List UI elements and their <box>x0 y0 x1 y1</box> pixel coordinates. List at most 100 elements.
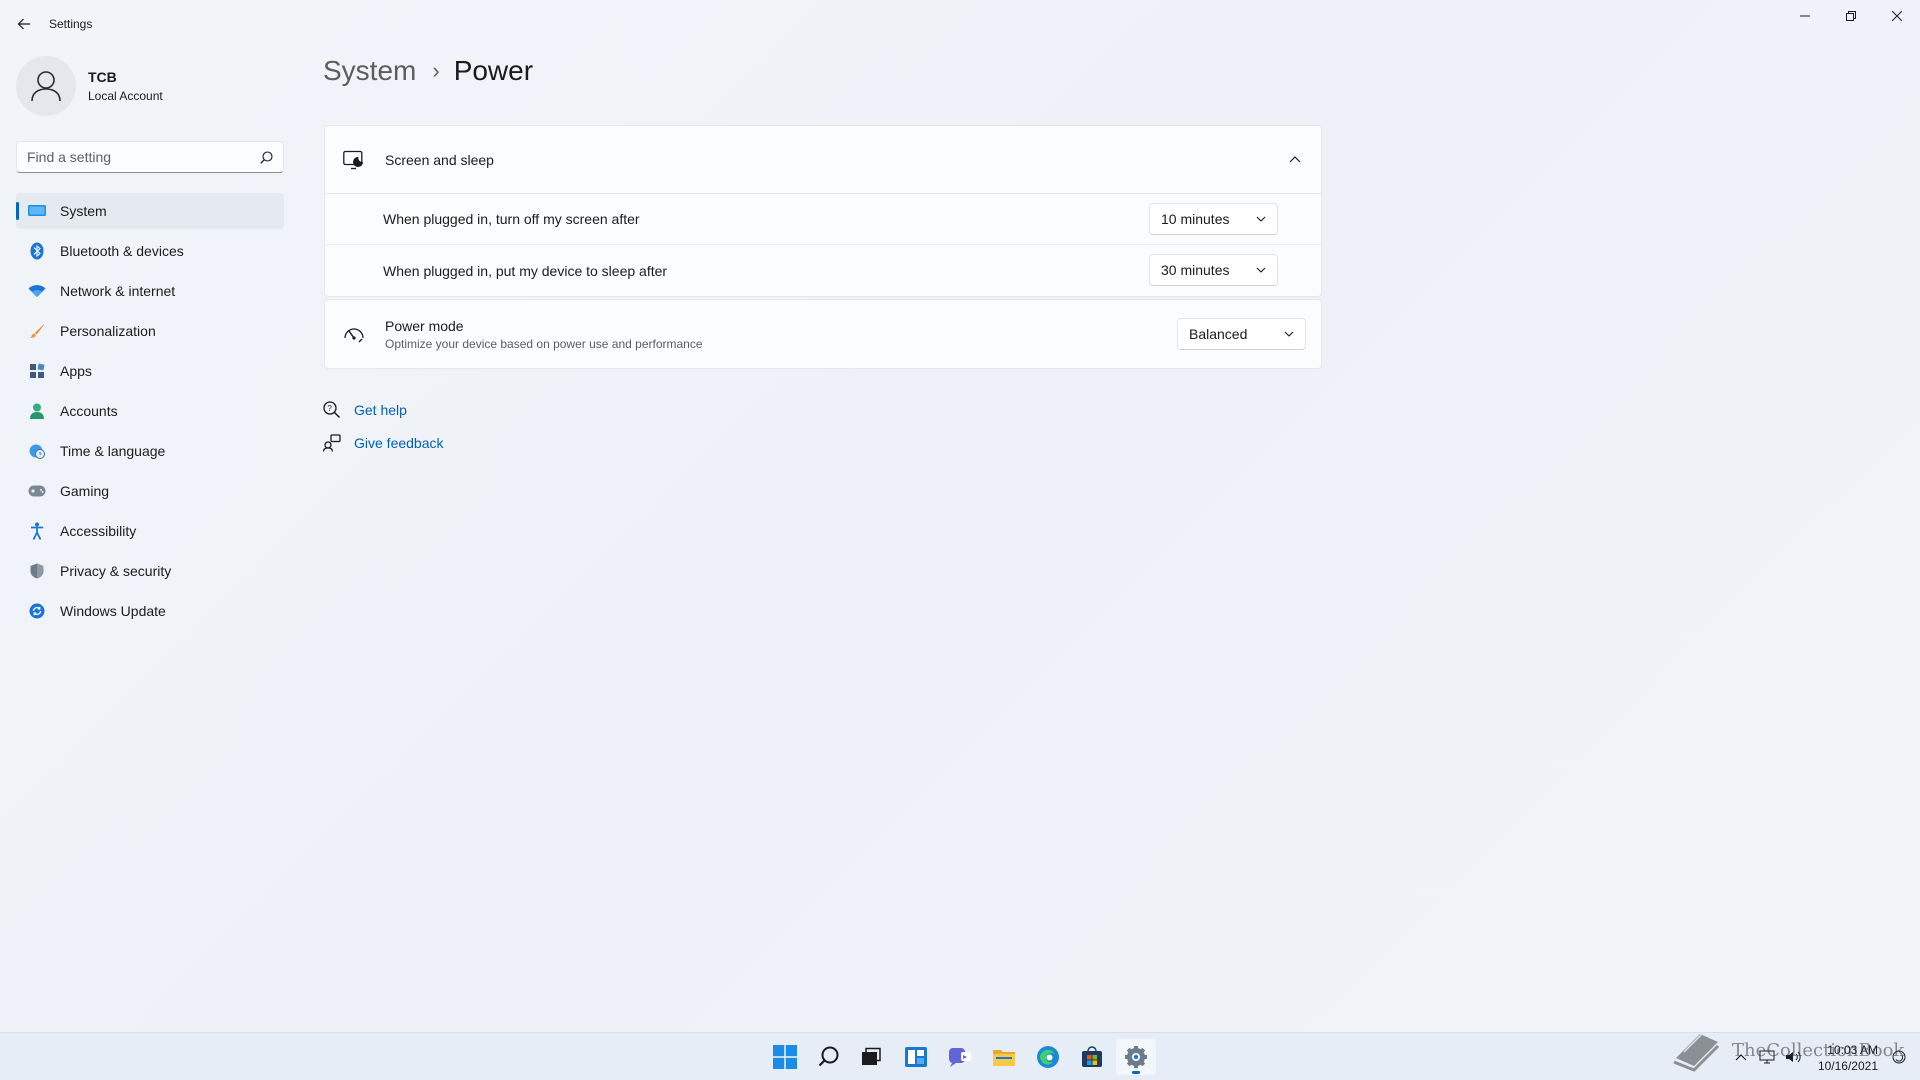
taskbar-edge-button[interactable] <box>1028 1039 1068 1075</box>
help-chat-icon: ? <box>323 401 341 419</box>
sleep-timeout-value: 30 minutes <box>1161 262 1230 278</box>
close-button[interactable] <box>1874 0 1920 32</box>
title-bar: Settings <box>0 0 1920 48</box>
feedback-icon <box>323 434 341 452</box>
page-title: Power <box>453 55 534 86</box>
get-help-label: Get help <box>354 402 407 418</box>
book-logo-icon <box>1673 1033 1720 1072</box>
user-profile[interactable]: TCB Local Account <box>16 56 163 116</box>
taskbar-file-explorer-button[interactable] <box>984 1039 1024 1075</box>
edge-icon <box>1037 1046 1059 1068</box>
sidebar-nav: System Bluetooth & devices Network & int… <box>16 193 284 633</box>
sleep-timeout-label: When plugged in, put my device to sleep … <box>383 262 668 279</box>
breadcrumb-system-link[interactable]: System <box>323 55 416 87</box>
taskbar-store-button[interactable] <box>1072 1039 1112 1075</box>
task-view-icon <box>862 1047 881 1065</box>
person-icon <box>28 402 46 420</box>
svg-text:?: ? <box>327 404 332 413</box>
search-input[interactable] <box>27 149 260 165</box>
profile-account-type: Local Account <box>88 89 163 103</box>
active-app-indicator <box>1132 1071 1140 1074</box>
taskbar-search-button[interactable] <box>809 1039 849 1075</box>
sidebar-item-label: Windows Update <box>60 603 166 619</box>
avatar <box>16 56 76 116</box>
display-icon <box>28 202 46 220</box>
close-icon <box>1892 11 1902 21</box>
sidebar-item-windows-update[interactable]: Windows Update <box>16 593 284 629</box>
arrow-left-icon <box>17 18 30 30</box>
screen-sleep-expander[interactable]: Screen and sleep <box>325 126 1321 194</box>
power-mode-value: Balanced <box>1189 326 1248 342</box>
give-feedback-label: Give feedback <box>354 435 444 451</box>
taskbar-settings-button[interactable] <box>1116 1039 1156 1075</box>
breadcrumb: System › Power <box>323 55 533 87</box>
power-mode-dropdown[interactable]: Balanced <box>1177 318 1306 350</box>
power-mode-card: Power mode Optimize your device based on… <box>324 299 1322 369</box>
sidebar-item-network[interactable]: Network & internet <box>16 273 284 309</box>
widgets-icon <box>905 1047 927 1067</box>
app-title: Settings <box>49 17 93 31</box>
restore-icon <box>1846 11 1856 21</box>
screen-timeout-value: 10 minutes <box>1161 211 1230 227</box>
screen-sleep-title: Screen and sleep <box>385 151 494 168</box>
gamepad-icon <box>28 482 46 500</box>
restore-button[interactable] <box>1828 0 1874 32</box>
bluetooth-icon <box>28 242 46 260</box>
chat-icon <box>949 1048 971 1067</box>
chevron-down-icon <box>1256 267 1266 273</box>
screen-timeout-label: When plugged in, turn off my screen afte… <box>383 211 640 227</box>
sidebar-item-label: Personalization <box>60 323 156 339</box>
give-feedback-link[interactable]: Give feedback <box>323 434 444 452</box>
sidebar-item-accounts[interactable]: Accounts <box>16 393 284 429</box>
search-box <box>16 141 284 173</box>
sidebar-item-system[interactable]: System <box>16 193 284 229</box>
taskbar-task-view-button[interactable] <box>851 1039 891 1075</box>
sidebar-item-label: Time & language <box>60 443 166 459</box>
sidebar-item-time-language[interactable]: Time & language <box>16 433 284 469</box>
minimize-button[interactable] <box>1782 0 1828 32</box>
screen-timeout-dropdown[interactable]: 10 minutes <box>1149 203 1278 235</box>
screen-sleep-icon <box>343 150 363 169</box>
sidebar-item-label: Accessibility <box>60 523 137 539</box>
person-icon <box>31 71 61 102</box>
minimize-icon <box>1800 15 1810 17</box>
chevron-right-icon: › <box>432 58 440 83</box>
sleep-timeout-dropdown[interactable]: 30 minutes <box>1149 254 1278 286</box>
back-button[interactable] <box>12 12 36 36</box>
watermark-text: TheCollectionBook <box>1732 1039 1905 1061</box>
chevron-down-icon <box>1256 216 1266 222</box>
accessibility-icon <box>28 522 46 540</box>
store-icon <box>1082 1046 1102 1067</box>
taskbar-chat-button[interactable] <box>940 1039 980 1075</box>
apps-icon <box>28 362 46 380</box>
watermark: TheCollectionBook <box>1670 1028 1904 1072</box>
update-icon <box>28 602 46 620</box>
settings-window: Settings TCB Local Account Find a settin… <box>0 0 1920 1032</box>
chevron-up-icon[interactable] <box>1289 155 1301 163</box>
shield-icon <box>28 562 46 580</box>
get-help-link[interactable]: ? Get help <box>323 401 407 419</box>
wifi-icon <box>28 282 46 300</box>
sidebar-item-accessibility[interactable]: Accessibility <box>16 513 284 549</box>
start-icon <box>773 1045 797 1069</box>
screen-sleep-card: Screen and sleep When plugged in, turn o… <box>324 125 1322 297</box>
sidebar-item-label: System <box>60 203 107 219</box>
settings-icon <box>1125 1046 1147 1068</box>
sidebar-item-label: Network & internet <box>60 283 176 299</box>
sidebar-item-label: Bluetooth & devices <box>60 243 184 259</box>
taskbar-start-button[interactable] <box>765 1039 805 1075</box>
sidebar-item-personalization[interactable]: Personalization <box>16 313 284 349</box>
search-icon <box>818 1046 839 1067</box>
taskbar: 10:03 AM 10/16/2021 <box>0 1032 1920 1080</box>
sidebar-item-bluetooth[interactable]: Bluetooth & devices <box>16 233 284 269</box>
profile-name: TCB <box>88 69 117 85</box>
sidebar-item-privacy-security[interactable]: Privacy & security <box>16 553 284 589</box>
power-mode-description: Optimize your device based on power use … <box>385 336 703 351</box>
sidebar-item-label: Gaming <box>60 483 110 499</box>
search-icon[interactable] <box>260 150 273 164</box>
sidebar-item-label: Accounts <box>60 403 118 419</box>
taskbar-widgets-button[interactable] <box>896 1039 936 1075</box>
sidebar-item-gaming[interactable]: Gaming <box>16 473 284 509</box>
sidebar-item-apps[interactable]: Apps <box>16 353 284 389</box>
power-mode-icon <box>344 328 364 343</box>
